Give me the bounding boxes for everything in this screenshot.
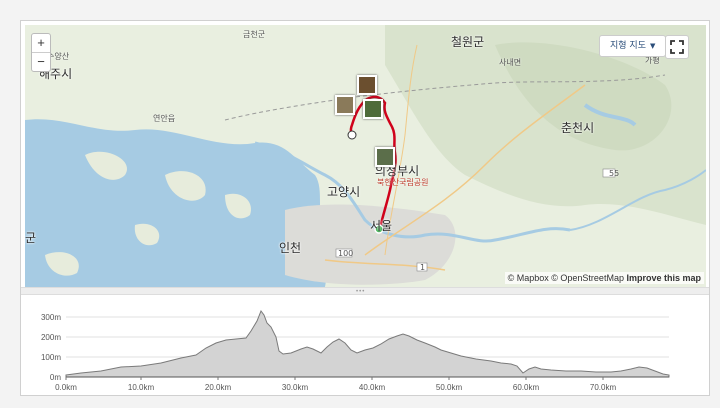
zoom-in-button[interactable]: + (32, 34, 50, 52)
route-map[interactable]: 55 100 1 해주시 수양산 철원군 춘천시 의정부시 고양시 서울 인천 … (25, 25, 706, 287)
finish-marker[interactable] (347, 130, 357, 140)
x-tick-20: 20.0km (205, 383, 232, 392)
road-shield-55: 55 (609, 169, 620, 178)
label-yeonan: 연안읍 (153, 114, 176, 123)
terrain-map-dropdown[interactable]: 지형 지도 ▼ (599, 35, 667, 57)
label-cheorwon: 철원군 (451, 35, 485, 49)
x-tick-0: 0.0km (55, 383, 77, 392)
photo-marker-4[interactable] (375, 147, 395, 167)
zoom-out-button[interactable]: − (32, 52, 50, 71)
photo-marker-3[interactable] (363, 99, 383, 119)
x-tick-70: 70.0km (590, 383, 617, 392)
road-shield-1: 1 (420, 263, 426, 272)
map-attribution: © Mapbox © OpenStreetMap Improve this ma… (504, 272, 704, 284)
activity-map-panel: 55 100 1 해주시 수양산 철원군 춘천시 의정부시 고양시 서울 인천 … (20, 20, 710, 396)
osm-attribution-link[interactable]: © OpenStreetMap (551, 273, 624, 283)
label-incheon: 인천 (279, 241, 302, 255)
label-gun: 군 (25, 231, 37, 245)
x-tick-10: 10.0km (128, 383, 155, 392)
chevron-down-icon: ▼ (649, 42, 656, 50)
photo-marker-1[interactable] (335, 95, 355, 115)
x-tick-50: 50.0km (436, 383, 463, 392)
elevation-profile (65, 309, 670, 378)
x-tick-60: 60.0km (513, 383, 540, 392)
label-goyang: 고양시 (327, 185, 361, 199)
road-shield-100: 100 (338, 249, 354, 258)
y-tick-300: 300m (41, 313, 61, 322)
label-geumcheon: 금천군 (243, 30, 266, 39)
label-chuncheon: 춘천시 (561, 121, 595, 135)
y-tick-200: 200m (41, 333, 61, 342)
fullscreen-icon (670, 40, 684, 54)
fullscreen-button[interactable] (665, 35, 689, 59)
elevation-chart[interactable]: 300m 200m 100m 0m 0.0km 10.0km 20.0km 30… (21, 293, 709, 395)
photo-marker-2[interactable] (357, 75, 377, 95)
mapbox-attribution-link[interactable]: © Mapbox (508, 273, 549, 283)
label-sanae: 사내면 (499, 58, 522, 67)
y-tick-0: 0m (50, 373, 61, 382)
label-seoul: 서울 (370, 219, 393, 233)
map-background (25, 25, 706, 287)
terrain-map-label: 지형 지도 (610, 41, 646, 51)
improve-map-link[interactable]: Improve this map (626, 273, 701, 283)
elevation-chart-svg: 300m 200m 100m 0m 0.0km 10.0km 20.0km 30… (41, 309, 670, 392)
label-bukhansan: 북한산국립공원 (377, 178, 429, 187)
zoom-control: + − (31, 33, 51, 72)
y-tick-100: 100m (41, 353, 61, 362)
x-tick-30: 30.0km (282, 383, 309, 392)
x-tick-40: 40.0km (359, 383, 386, 392)
